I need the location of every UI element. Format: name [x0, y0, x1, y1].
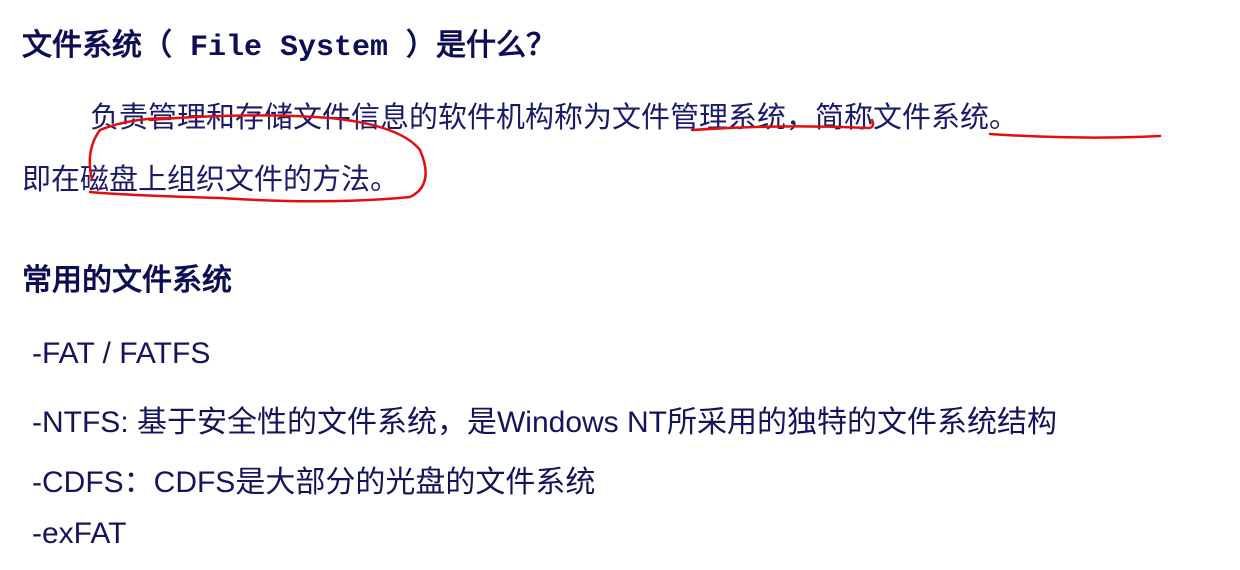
- underline-file-system: [988, 132, 1162, 139]
- underline-file-management-system: [690, 118, 875, 132]
- circle-disk-organization: [88, 114, 427, 203]
- red-annotations: [88, 114, 1162, 203]
